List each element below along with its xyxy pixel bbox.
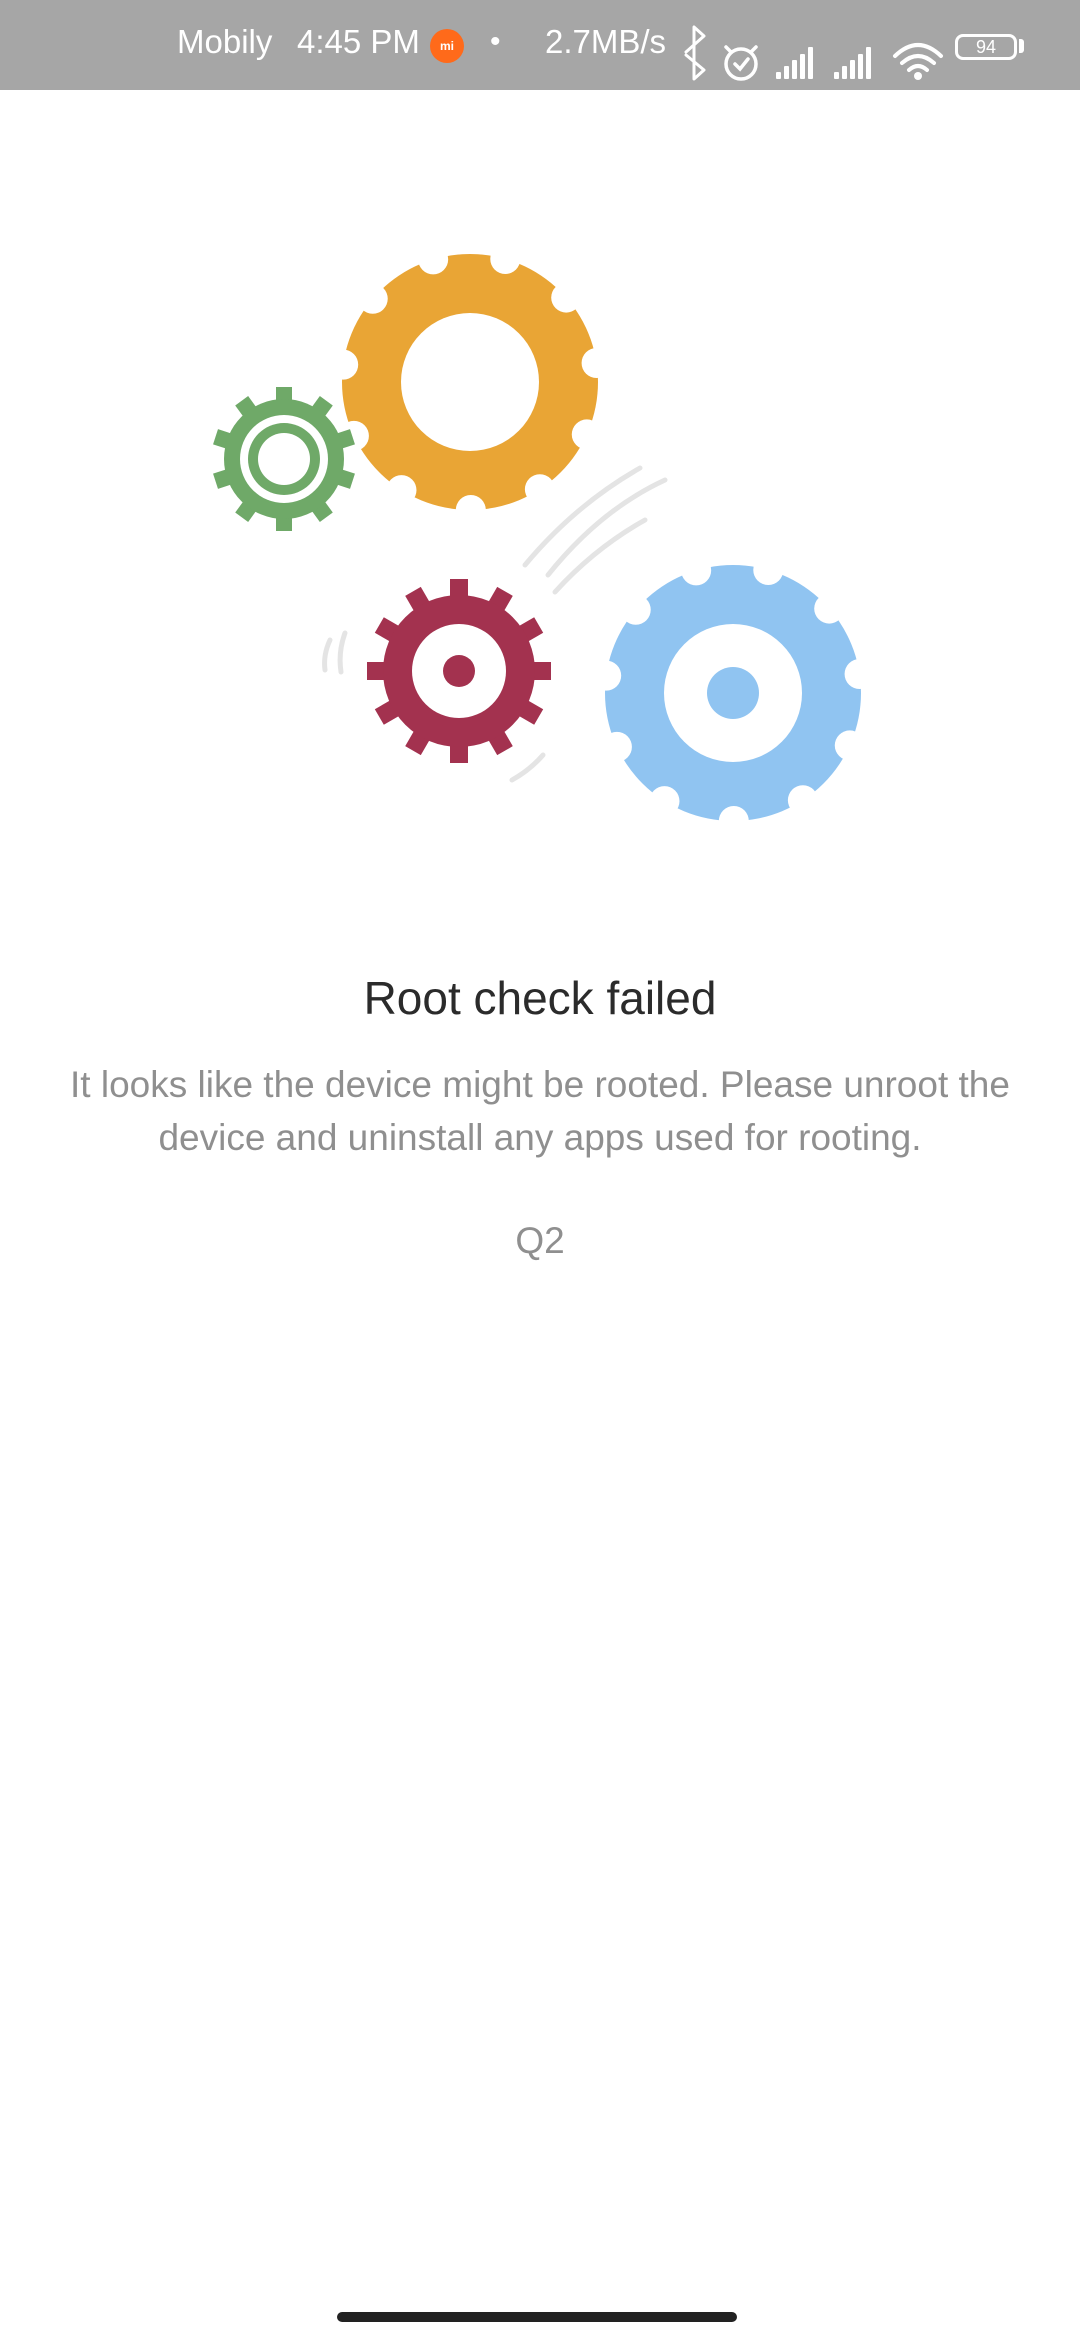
- status-icons: [684, 25, 943, 81]
- green-gear-icon: [213, 387, 355, 531]
- signal-icon: [834, 47, 871, 79]
- bluetooth-icon: [684, 25, 706, 81]
- status-bar: Mobily 4:45 PM mi • 2.7MB/s 94: [0, 0, 1080, 90]
- signal-icon: [776, 47, 813, 79]
- error-title: Root check failed: [363, 972, 717, 1024]
- battery-tip: [1019, 39, 1024, 53]
- wifi-icon: [893, 43, 943, 72]
- battery-level: 94: [975, 37, 997, 57]
- blue-gear-icon: [591, 554, 875, 836]
- orange-gear-icon: [328, 243, 612, 525]
- battery-icon: 94: [955, 34, 1017, 60]
- error-code: Q2: [515, 1220, 565, 1261]
- alarm-icon: [724, 45, 758, 81]
- red-gear-icon: [367, 579, 551, 763]
- error-message: It looks like the device might be rooted…: [70, 1064, 1010, 1158]
- gears-illustration: [213, 243, 875, 836]
- home-indicator[interactable]: [337, 2312, 737, 2322]
